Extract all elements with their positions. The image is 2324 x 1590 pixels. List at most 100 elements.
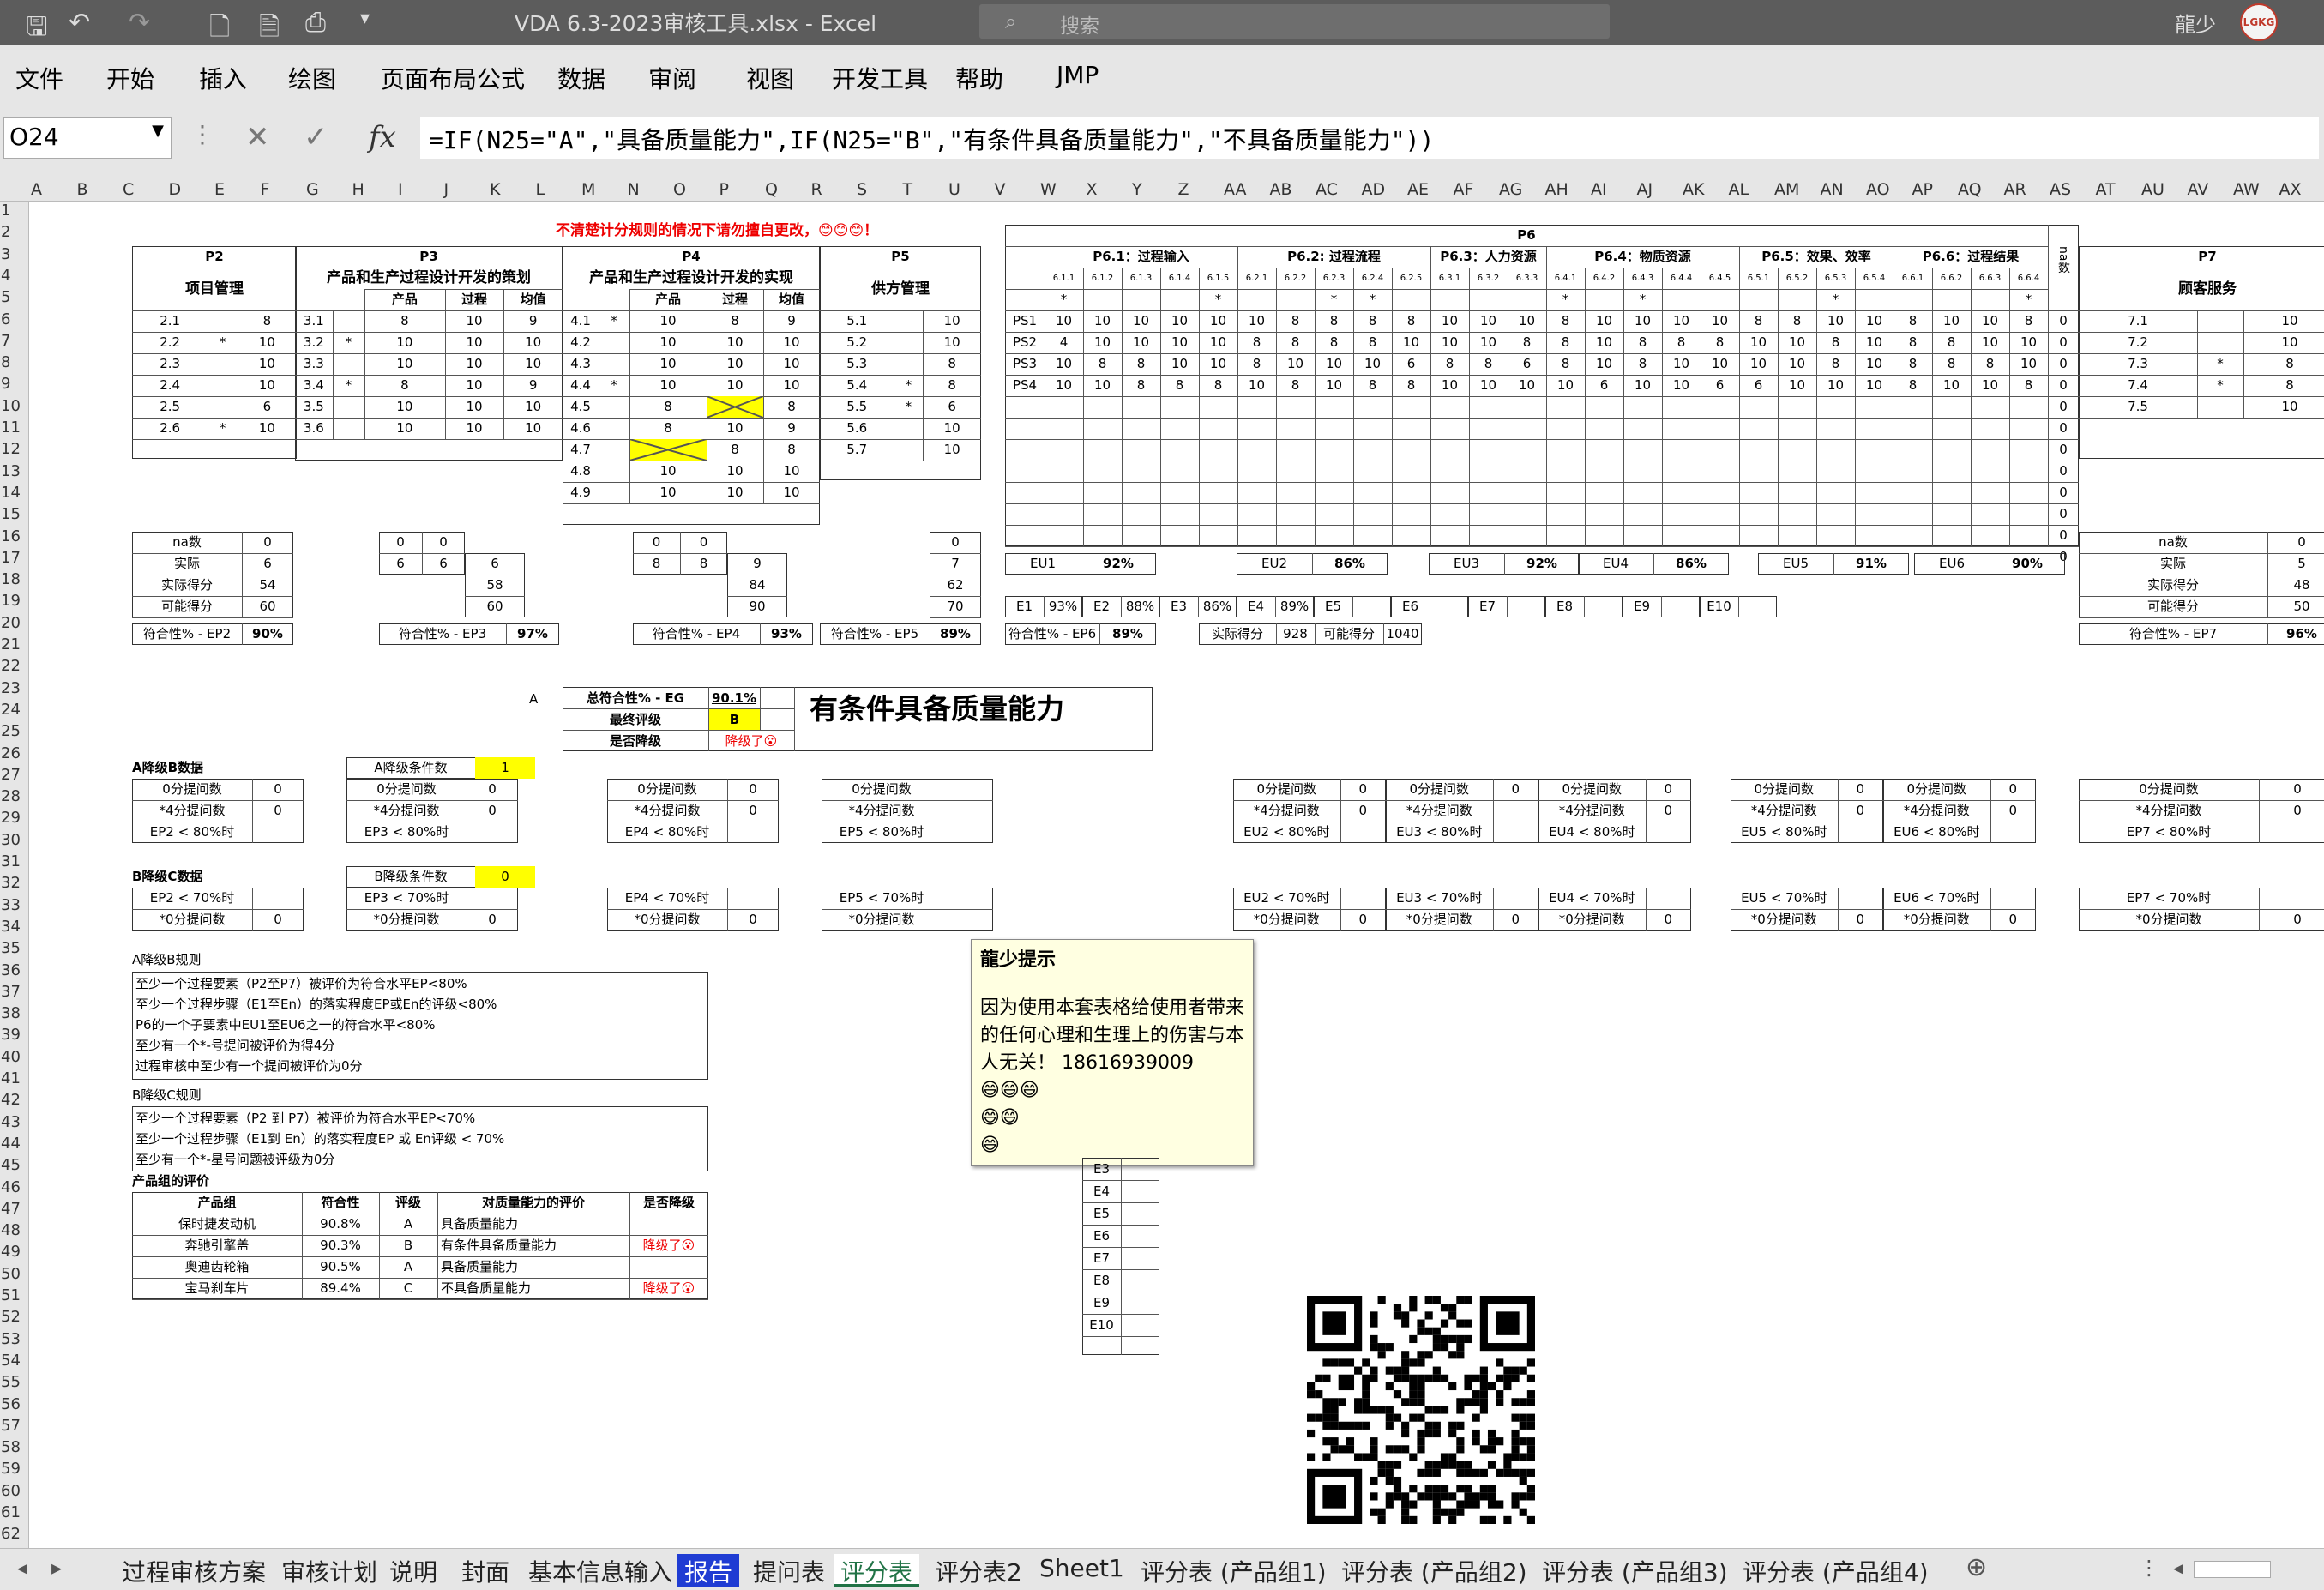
add-sheet-icon[interactable]: ⊕ xyxy=(1966,1552,1987,1582)
sheet-tab-3[interactable]: 封面 xyxy=(455,1554,516,1587)
menu-6[interactable]: 数据 xyxy=(557,61,605,95)
row-header-35[interactable]: 35 xyxy=(1,939,21,957)
row-header-3[interactable]: 3 xyxy=(1,245,10,263)
name-box[interactable]: O24 ▼ xyxy=(3,117,172,159)
row-header-61[interactable]: 61 xyxy=(1,1503,21,1521)
column-header-AI[interactable]: AI xyxy=(1591,180,1607,199)
column-header-L[interactable]: L xyxy=(536,180,545,199)
column-header-AO[interactable]: AO xyxy=(1866,180,1890,199)
menu-11[interactable]: JMP xyxy=(1057,61,1099,89)
column-header-AP[interactable]: AP xyxy=(1912,180,1933,199)
row-header-26[interactable]: 26 xyxy=(1,744,21,762)
row-header-57[interactable]: 57 xyxy=(1,1417,21,1435)
row-header-49[interactable]: 49 xyxy=(1,1243,21,1261)
column-header-AL[interactable]: AL xyxy=(1729,180,1749,199)
row-header-59[interactable]: 59 xyxy=(1,1460,21,1478)
enter-icon[interactable]: ✓ xyxy=(304,120,328,154)
search-box[interactable]: ⌕ 搜索 xyxy=(979,4,1610,39)
worksheet-grid[interactable]: 不清楚计分规则的情况下请勿擅自更改，😊😊😊！ A 总符合性% - EG 90.1… xyxy=(29,202,2324,1548)
sheet-tab-2[interactable]: 说明 xyxy=(382,1554,444,1587)
row-header-32[interactable]: 32 xyxy=(1,874,21,892)
column-header-AN[interactable]: AN xyxy=(1821,180,1844,199)
row-header-54[interactable]: 54 xyxy=(1,1352,21,1370)
sheet-tab-0[interactable]: 过程审核方案 xyxy=(115,1554,273,1587)
row-header-7[interactable]: 7 xyxy=(1,332,10,350)
row-header-10[interactable]: 10 xyxy=(1,397,21,415)
row-header-52[interactable]: 52 xyxy=(1,1308,21,1326)
row-header-41[interactable]: 41 xyxy=(1,1069,21,1087)
column-header-AM[interactable]: AM xyxy=(1774,180,1799,199)
row-header-46[interactable]: 46 xyxy=(1,1178,21,1196)
sheet-tab-9[interactable]: Sheet1 xyxy=(1033,1554,1131,1587)
row-header-9[interactable]: 9 xyxy=(1,375,10,393)
row-header-23[interactable]: 23 xyxy=(1,679,21,697)
sheet-tab-1[interactable]: 审核计划 xyxy=(274,1554,384,1587)
row-header-40[interactable]: 40 xyxy=(1,1048,21,1066)
column-header-AQ[interactable]: AQ xyxy=(1958,180,1982,199)
column-header-X[interactable]: X xyxy=(1087,180,1098,199)
redo-icon[interactable]: ↷ xyxy=(129,8,150,38)
row-header-6[interactable]: 6 xyxy=(1,310,10,328)
more-options-icon[interactable]: ⋮ xyxy=(190,120,214,148)
avatar[interactable]: LGKG xyxy=(2240,3,2278,41)
sheet-tab-11[interactable]: 评分表 (产品组2) xyxy=(1334,1554,1534,1587)
sheet-tab-13[interactable]: 评分表 (产品组4) xyxy=(1736,1554,1936,1587)
column-header-G[interactable]: G xyxy=(306,180,319,199)
column-header-W[interactable]: W xyxy=(1040,180,1057,199)
column-header-C[interactable]: C xyxy=(123,180,134,199)
row-header-60[interactable]: 60 xyxy=(1,1482,21,1500)
column-header-F[interactable]: F xyxy=(261,180,270,199)
menu-4[interactable]: 页面布局 xyxy=(381,61,477,95)
row-header-38[interactable]: 38 xyxy=(1,1004,21,1022)
row-header-21[interactable]: 21 xyxy=(1,635,21,653)
row-header-44[interactable]: 44 xyxy=(1,1135,21,1153)
sheet-tab-10[interactable]: 评分表 (产品组1) xyxy=(1134,1554,1334,1587)
column-header-B[interactable]: B xyxy=(77,180,88,199)
sheet-tab-6[interactable]: 提问表 xyxy=(746,1554,832,1587)
undo-icon[interactable]: ↶ xyxy=(69,8,90,38)
row-header-50[interactable]: 50 xyxy=(1,1265,21,1283)
row-header-14[interactable]: 14 xyxy=(1,484,21,502)
menu-5[interactable]: 公式 xyxy=(477,61,525,95)
row-header-55[interactable]: 55 xyxy=(1,1373,21,1391)
row-header-19[interactable]: 19 xyxy=(1,592,21,610)
row-header-13[interactable]: 13 xyxy=(1,462,21,480)
menu-0[interactable]: 文件 xyxy=(15,61,63,95)
column-header-T[interactable]: T xyxy=(903,180,913,199)
sheet-tab-7[interactable]: 评分表 xyxy=(834,1554,920,1587)
column-header-I[interactable]: I xyxy=(398,180,403,199)
row-header-16[interactable]: 16 xyxy=(1,527,21,545)
row-header-37[interactable]: 37 xyxy=(1,983,21,1001)
column-header-AF[interactable]: AF xyxy=(1454,180,1474,199)
column-header-K[interactable]: K xyxy=(490,180,500,199)
column-header-R[interactable]: R xyxy=(811,180,822,199)
column-header-D[interactable]: D xyxy=(169,180,182,199)
row-header-5[interactable]: 5 xyxy=(1,288,10,306)
row-header-39[interactable]: 39 xyxy=(1,1026,21,1044)
scroll-left-icon[interactable]: ◂ xyxy=(17,1556,27,1580)
column-header-AH[interactable]: AH xyxy=(1545,180,1568,199)
row-header-22[interactable]: 22 xyxy=(1,657,21,675)
sheet-tab-4[interactable]: 基本信息输入 xyxy=(521,1554,679,1587)
row-header-36[interactable]: 36 xyxy=(1,961,21,979)
column-header-AK[interactable]: AK xyxy=(1683,180,1704,199)
sheet-tab-5[interactable]: 报告 xyxy=(677,1554,740,1587)
column-header-E[interactable]: E xyxy=(214,180,225,199)
row-header-29[interactable]: 29 xyxy=(1,809,21,827)
row-header-25[interactable]: 25 xyxy=(1,722,21,740)
row-header-20[interactable]: 20 xyxy=(1,614,21,632)
row-header-4[interactable]: 4 xyxy=(1,267,10,285)
row-header-45[interactable]: 45 xyxy=(1,1156,21,1174)
row-header-51[interactable]: 51 xyxy=(1,1286,21,1304)
column-header-AE[interactable]: AE xyxy=(1407,180,1429,199)
menu-1[interactable]: 开始 xyxy=(106,61,154,95)
column-header-AT[interactable]: AT xyxy=(2096,180,2116,199)
row-header-15[interactable]: 15 xyxy=(1,505,21,523)
column-header-AA[interactable]: AA xyxy=(1224,180,1247,199)
column-header-M[interactable]: M xyxy=(581,180,595,199)
menu-9[interactable]: 开发工具 xyxy=(832,61,928,95)
column-header-A[interactable]: A xyxy=(31,180,42,199)
column-header-Y[interactable]: Y xyxy=(1132,180,1142,199)
column-header-O[interactable]: O xyxy=(673,180,686,199)
formula-input[interactable]: =IF(N25="A","具备质量能力",IF(N25="B","有条件具备质量… xyxy=(420,117,2319,159)
